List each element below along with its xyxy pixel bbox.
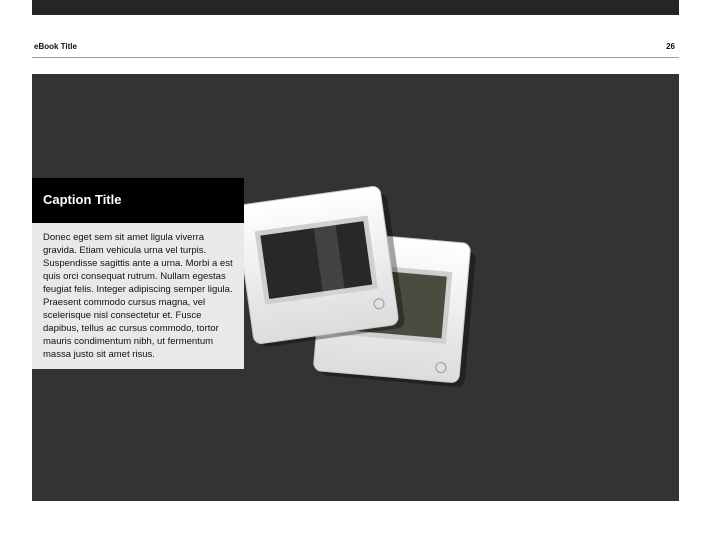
caption-text: Donec eget sem sit amet ligula viverra g…	[43, 232, 233, 360]
caption-title: Caption Title	[43, 192, 122, 207]
caption-body: Donec eget sem sit amet ligula viverra g…	[32, 223, 244, 369]
caption-header: Caption Title	[32, 178, 244, 223]
front-slide	[235, 186, 405, 347]
